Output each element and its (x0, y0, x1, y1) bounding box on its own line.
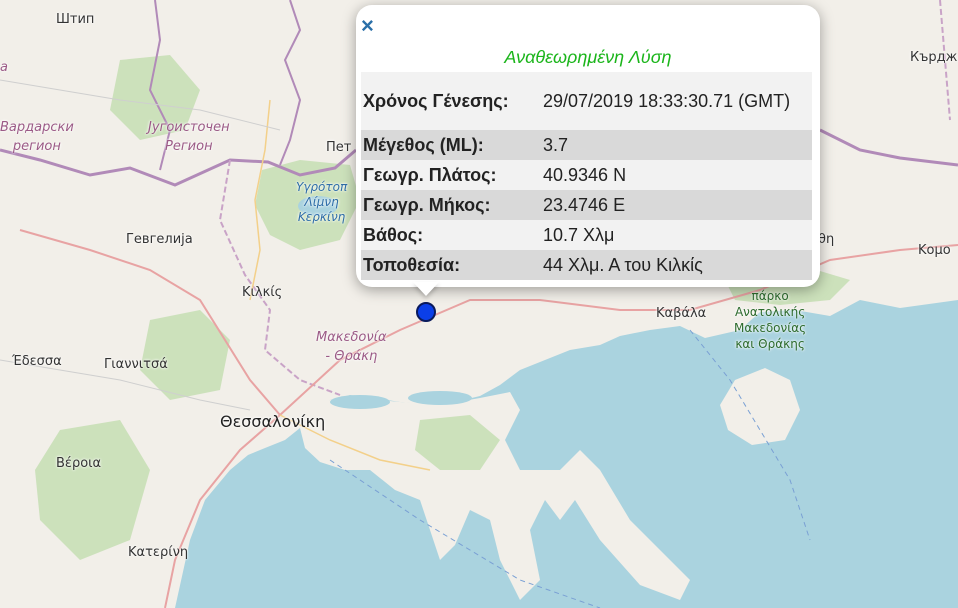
table-row: Γεωγρ. Πλάτος: 40.9346 N (361, 160, 812, 190)
row-value: 44 Χλμ. Α του Κιλκίς (541, 250, 812, 280)
map-label-thessaloniki: Θεσσαλονίκη (220, 412, 326, 431)
row-label: Γεωγρ. Πλάτος: (361, 160, 541, 190)
row-label: Χρόνος Γένεσης: (361, 72, 541, 130)
popup-title: Αναθεωρημένη Λύση (504, 47, 672, 67)
row-value: 29/07/2019 18:33:30.71 (GMT) (541, 72, 812, 130)
table-row: Μέγεθος (ML): 3.7 (361, 130, 812, 160)
map-label-giannitsa: Γιαννιτσά (104, 357, 168, 372)
row-value: 23.4746 E (541, 190, 812, 220)
close-icon[interactable]: × (361, 15, 374, 37)
map-label-drama-fragment: θη (818, 232, 835, 247)
row-label: Βάθος: (361, 220, 541, 250)
row-value: 3.7 (541, 130, 812, 160)
table-row: Χρόνος Γένεσης: 29/07/2019 18:33:30.71 (… (361, 72, 812, 130)
map-label-kilkis: Κιλκίς (242, 285, 283, 300)
map-label-kardzhali: Кърджа (910, 50, 958, 65)
map-label-shtip: Штип (56, 12, 95, 27)
map-label-yugoistochen-region: Југоисточен Регион (148, 120, 230, 154)
earthquake-info-popup: × Αναθεωρημένη Λύση Χρόνος Γένεσης: 29/0… (356, 5, 820, 287)
row-value: 10.7 Χλμ (541, 220, 812, 250)
map-label-kavala: Καβάλα (656, 306, 707, 321)
map-label-edessa: Έδεσσα (12, 354, 62, 369)
row-label: Γεωγρ. Μήκος: (361, 190, 541, 220)
map-label-katerini: Κατερίνη (128, 545, 189, 560)
map-label-lake-kerkini: Υγρότοπ Λίμνη Κερκίνη (296, 180, 348, 224)
map-label-gevgelija: Гевгелија (126, 232, 193, 247)
earthquake-marker[interactable] (416, 302, 436, 322)
lake-koroneia (330, 395, 390, 409)
map-label-makedonia-thraki: Μακεδονία - Θράκη (316, 330, 387, 364)
map-label-edge-fragment: а (0, 60, 8, 75)
row-value: 40.9346 N (541, 160, 812, 190)
map-label-veroia: Βέροια (56, 456, 102, 471)
row-label: Τοποθεσία: (361, 250, 541, 280)
lake-volvi (408, 391, 472, 405)
map-label-pet: Пет (326, 140, 352, 155)
row-label: Μέγεθος (ML): (361, 130, 541, 160)
map-label-komotini: Κομο (918, 243, 951, 258)
table-row: Βάθος: 10.7 Χλμ (361, 220, 812, 250)
map-label-national-park: πάρκο Ανατολικής Μακεδονίας και Θράκης (734, 289, 807, 351)
table-row: Τοποθεσία: 44 Χλμ. Α του Κιλκίς (361, 250, 812, 280)
map-label-vardarski-region: Вардарски регион (0, 120, 74, 154)
table-row: Γεωγρ. Μήκος: 23.4746 E (361, 190, 812, 220)
popup-pointer (413, 282, 439, 296)
earthquake-details-table: Χρόνος Γένεσης: 29/07/2019 18:33:30.71 (… (361, 72, 812, 280)
